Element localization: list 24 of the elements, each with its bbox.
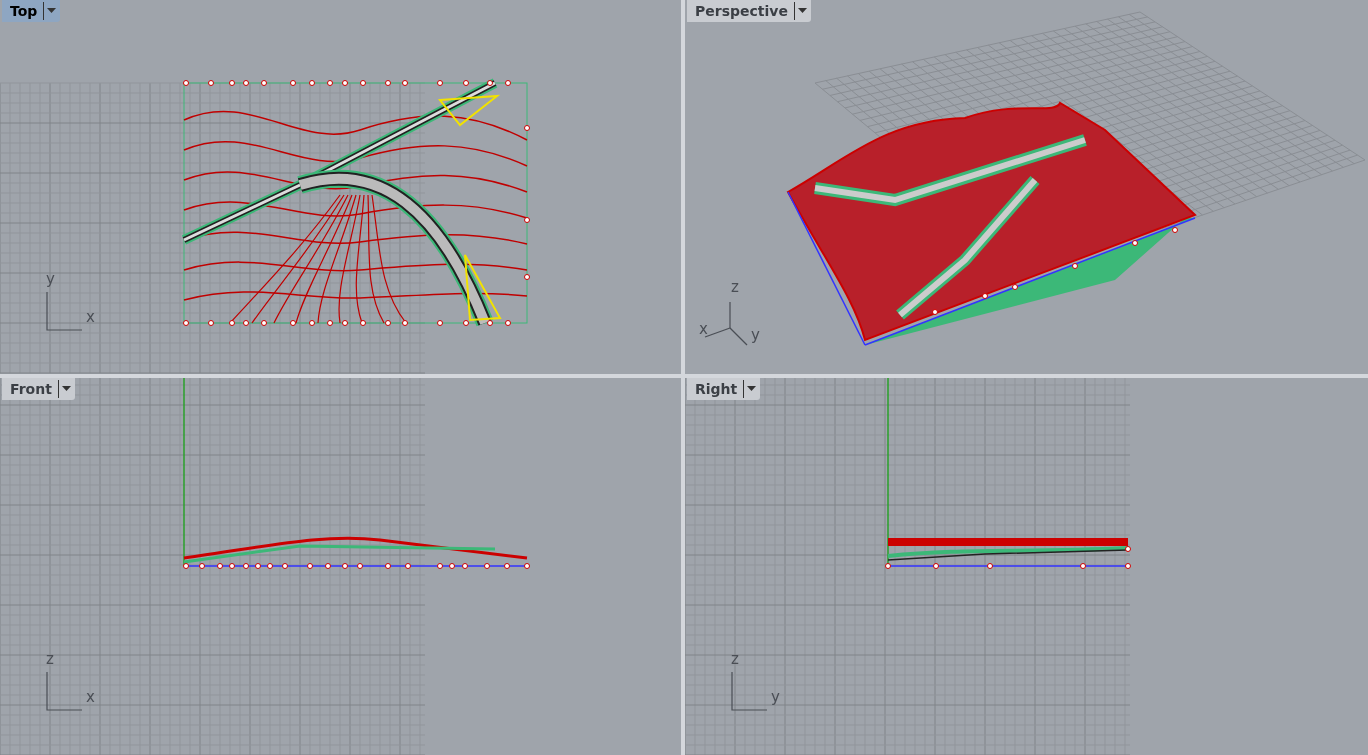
viewport-tab[interactable]: Perspective [687, 0, 811, 22]
viewport[interactable]: Top y x [0, 0, 681, 374]
axis-triad-icon [46, 291, 83, 331]
axis-label: x [86, 690, 95, 705]
axis-label: z [731, 652, 739, 667]
axis-label: z [731, 280, 739, 295]
axis-label: y [46, 272, 55, 287]
axis-label: x [699, 322, 708, 337]
caret-icon [47, 8, 57, 14]
axis-triad-icon [731, 671, 768, 711]
viewport-tab[interactable]: Front [2, 378, 75, 400]
caret-icon [61, 386, 71, 392]
viewport[interactable]: Front z x [0, 378, 681, 755]
axis-label: y [751, 328, 760, 343]
viewport-tab[interactable]: Right [687, 378, 761, 400]
viewport[interactable]: Right z y [685, 378, 1368, 755]
axis-label: y [771, 690, 780, 705]
axis-label: x [86, 310, 95, 325]
caret-icon [747, 386, 757, 392]
viewport-tab[interactable]: Top [2, 0, 61, 22]
axis-label: z [46, 652, 54, 667]
caret-icon [797, 8, 807, 14]
axis-triad-icon [46, 671, 83, 711]
viewport[interactable]: Perspective z x y [685, 0, 1368, 374]
